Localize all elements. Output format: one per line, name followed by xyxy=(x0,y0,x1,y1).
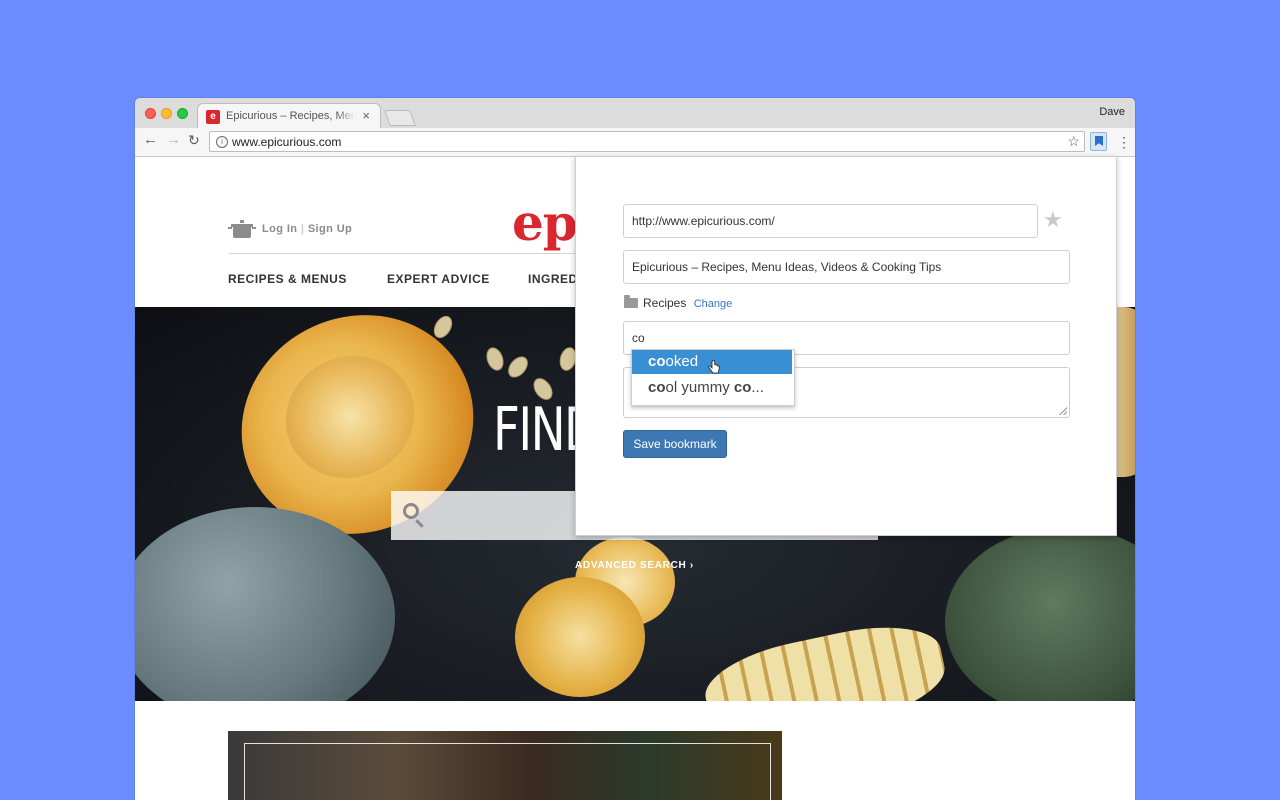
change-folder-link[interactable]: Change xyxy=(694,298,733,310)
more-menu-icon[interactable]: ⋮ xyxy=(1117,132,1131,152)
profile-name[interactable]: Dave xyxy=(1099,106,1125,118)
hand-cursor-icon xyxy=(708,360,720,374)
save-bookmark-button[interactable]: Save bookmark xyxy=(623,430,727,458)
search-icon[interactable] xyxy=(403,503,419,519)
tab-strip: e Epicurious – Recipes, Menu Ideas, Vide… xyxy=(135,98,1135,128)
tab-close-icon[interactable]: × xyxy=(362,108,370,123)
forward-arrow-icon[interactable]: → xyxy=(166,131,181,148)
signup-link[interactable]: Sign Up xyxy=(308,223,352,235)
reload-icon[interactable]: ↻ xyxy=(188,132,200,149)
login-link[interactable]: Log In xyxy=(262,223,297,235)
folder-row: Recipes Change xyxy=(624,295,733,310)
chevron-right-icon: › xyxy=(689,560,694,571)
nav-expert-advice[interactable]: EXPERT ADVICE xyxy=(387,272,490,286)
suggestion-rest: ol yummy xyxy=(665,379,734,396)
login-divider: | xyxy=(300,223,305,235)
folder-icon xyxy=(624,295,638,308)
bookmark-title-field[interactable]: Epicurious – Recipes, Menu Ideas, Videos… xyxy=(623,250,1070,284)
browser-toolbar: ← → ↻ i www.epicurious.com ☆ ⋮ xyxy=(135,128,1135,157)
bookmark-extension-icon xyxy=(1095,136,1103,146)
login-signup: Log In | Sign Up xyxy=(262,223,352,235)
back-arrow-icon[interactable]: ← xyxy=(143,131,158,148)
bookmark-url-field[interactable]: http://www.epicurious.com/ xyxy=(623,204,1038,238)
info-icon[interactable]: i xyxy=(216,136,228,148)
suggestion-match: co xyxy=(648,353,666,370)
tab-title: Epicurious – Recipes, Menu Ideas, Videos… xyxy=(226,110,356,122)
browser-tab[interactable]: e Epicurious – Recipes, Menu Ideas, Vide… xyxy=(197,103,381,128)
blue-pumpkin-image xyxy=(135,507,395,701)
seed xyxy=(504,352,532,382)
advanced-search-label: ADVANCED SEARCH xyxy=(575,560,687,571)
maximize-window-button[interactable] xyxy=(177,108,188,119)
resize-handle-icon[interactable] xyxy=(1059,407,1067,415)
suggestion-rest-2: ... xyxy=(751,379,764,396)
tag-suggestions-dropdown: cooked cool yummy co... xyxy=(631,349,795,406)
promo-frame xyxy=(244,743,771,800)
seed xyxy=(483,344,507,374)
striped-squash-image xyxy=(698,613,952,701)
suggestion-item-cool-yummy[interactable]: cool yummy co... xyxy=(632,376,792,400)
nav-recipes-menus[interactable]: RECIPES & MENUS xyxy=(228,272,347,286)
pot-icon xyxy=(228,220,256,238)
browser-window: e Epicurious – Recipes, Menu Ideas, Vide… xyxy=(135,98,1135,800)
address-url[interactable]: www.epicurious.com xyxy=(232,135,341,149)
suggestion-match-2: co xyxy=(733,379,752,396)
suggestion-match: co xyxy=(648,379,666,396)
squash-half-image-2 xyxy=(515,577,645,697)
address-bar[interactable]: i www.epicurious.com ☆ xyxy=(209,131,1085,152)
favorite-star-icon[interactable]: ★ xyxy=(1043,207,1063,233)
minimize-window-button[interactable] xyxy=(161,108,172,119)
bookmark-extension-button[interactable] xyxy=(1090,132,1107,151)
advanced-search-link[interactable]: ADVANCED SEARCH › xyxy=(575,560,694,571)
bookmark-popup: http://www.epicurious.com/ ★ Epicurious … xyxy=(575,156,1117,536)
star-icon[interactable]: ☆ xyxy=(1067,133,1080,150)
promo-image[interactable] xyxy=(228,731,782,800)
suggestion-rest: oked xyxy=(665,353,699,370)
new-tab-button[interactable] xyxy=(384,110,416,126)
close-window-button[interactable] xyxy=(145,108,156,119)
folder-label: Recipes xyxy=(643,296,687,310)
favicon-icon: e xyxy=(206,110,220,124)
green-pumpkin-image xyxy=(945,527,1135,701)
